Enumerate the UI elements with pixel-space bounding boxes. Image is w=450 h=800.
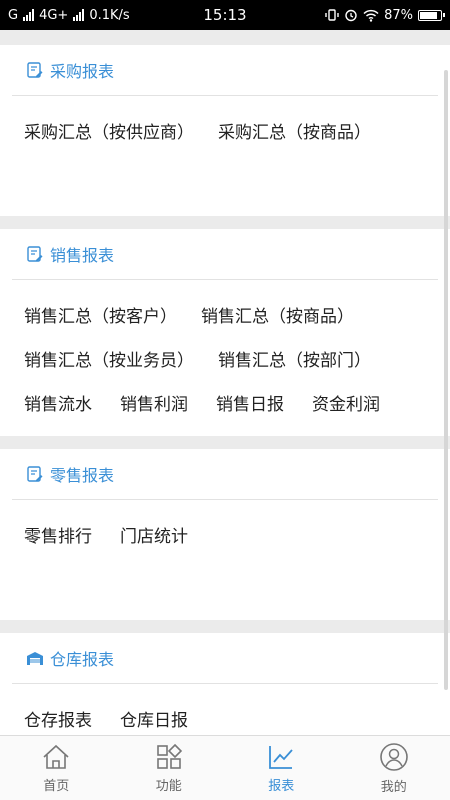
sales-journal[interactable]: 销售流水 <box>24 390 92 415</box>
chart-icon <box>269 745 293 769</box>
nav-home-label: 首页 <box>43 778 70 794</box>
fund-profit[interactable]: 资金利润 <box>312 390 380 415</box>
nav-mine[interactable]: 我的 <box>338 736 450 800</box>
home-icon <box>43 744 69 769</box>
user-icon <box>379 742 408 771</box>
network-type: 4G+ <box>39 7 69 23</box>
nav-mine-label: 我的 <box>380 779 407 795</box>
status-left: G 4G+ 0.1K/s <box>8 8 130 23</box>
vibrate-icon <box>325 8 339 22</box>
status-bar: G 4G+ 0.1K/s 15:13 87% <box>0 0 450 30</box>
scrollbar[interactable] <box>444 70 448 690</box>
section-retail: 零售报表 零售排行 门店统计 <box>0 449 450 620</box>
alarm-icon <box>344 8 358 22</box>
bottom-nav: 首页 功能 报表 我的 <box>0 735 450 800</box>
battery-icon <box>418 9 445 21</box>
nav-reports-label: 报表 <box>268 778 295 794</box>
sales-summary-by-salesperson[interactable]: 销售汇总（按业务员） <box>24 346 194 371</box>
retail-report-icon <box>26 465 44 483</box>
wifi-icon <box>363 9 379 22</box>
section-title: 销售报表 <box>50 246 115 265</box>
purchase-report-icon <box>26 61 44 79</box>
sales-summary-by-product[interactable]: 销售汇总（按商品） <box>201 302 354 327</box>
sales-summary-by-customer[interactable]: 销售汇总（按客户） <box>24 302 177 327</box>
warehouse-icon <box>26 649 44 667</box>
store-statistics[interactable]: 门店统计 <box>120 522 188 547</box>
section-header-sales: 销售报表 <box>12 229 438 280</box>
section-header-retail: 零售报表 <box>12 449 438 500</box>
signal-icon-2 <box>73 9 85 21</box>
section-title: 采购报表 <box>50 62 115 81</box>
grid-icon <box>156 743 182 769</box>
retail-ranking[interactable]: 零售排行 <box>24 522 92 547</box>
nav-functions[interactable]: 功能 <box>113 736 226 800</box>
sales-report-icon <box>26 245 44 263</box>
purchase-summary-by-product[interactable]: 采购汇总（按商品） <box>218 118 371 143</box>
carrier-label: G <box>8 7 19 23</box>
section-header-purchase: 采购报表 <box>12 45 438 96</box>
network-speed: 0.1K/s <box>89 7 130 23</box>
nav-functions-label: 功能 <box>155 778 182 794</box>
section-title: 零售报表 <box>50 466 115 485</box>
nav-reports[interactable]: 报表 <box>225 736 338 800</box>
section-header-warehouse: 仓库报表 <box>12 633 438 684</box>
section-warehouse: 仓库报表 仓存报表 仓库日报 <box>0 633 450 735</box>
nav-home[interactable]: 首页 <box>0 736 113 800</box>
section-title: 仓库报表 <box>50 650 115 669</box>
sales-daily-report[interactable]: 销售日报 <box>216 390 284 415</box>
warehouse-daily-report[interactable]: 仓库日报 <box>120 706 188 731</box>
purchase-summary-by-supplier[interactable]: 采购汇总（按供应商） <box>24 118 194 143</box>
section-sales: 销售报表 销售汇总（按客户） 销售汇总（按商品） 销售汇总（按业务员） 销售汇总… <box>0 229 450 436</box>
section-purchase: 采购报表 采购汇总（按供应商） 采购汇总（按商品） <box>0 45 450 216</box>
signal-icon <box>23 9 35 21</box>
report-list[interactable]: 采购报表 采购汇总（按供应商） 采购汇总（按商品） 销售报表 销售汇总（按客户）… <box>0 30 450 735</box>
sales-profit[interactable]: 销售利润 <box>120 390 188 415</box>
inventory-report[interactable]: 仓存报表 <box>24 706 92 731</box>
status-right: 87% <box>325 7 445 23</box>
battery-percent: 87% <box>384 7 413 23</box>
sales-summary-by-department[interactable]: 销售汇总（按部门） <box>218 346 371 371</box>
